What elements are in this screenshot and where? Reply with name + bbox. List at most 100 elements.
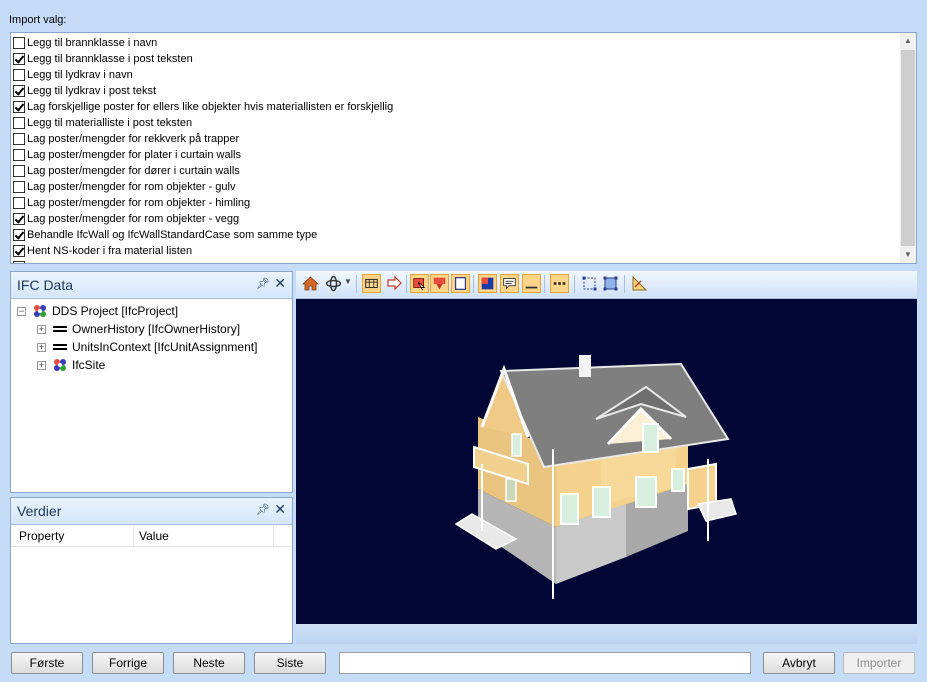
expand-icon[interactable]: + [37,360,46,370]
expand-icon[interactable]: + [37,342,46,352]
chimney [579,355,591,377]
option-checkbox[interactable] [13,165,25,177]
tree-node[interactable]: − DDS Project [IfcProject] [17,302,257,320]
select-icon[interactable] [410,274,429,293]
option-label: Lag poster/mengder for rom objekter - gu… [27,181,236,193]
expand-icon[interactable]: + [37,324,46,334]
move-down-icon[interactable] [430,274,449,293]
import-option[interactable]: Legg til brannklasse i navn [11,35,899,51]
scrollbar-thumb[interactable] [901,50,915,246]
close-icon[interactable]: ✕ [274,275,286,292]
option-checkbox[interactable] [13,37,25,49]
import-option[interactable]: Lag forskjellige poster for ellers like … [11,99,899,115]
window [505,478,517,502]
import-option[interactable]: Lag poster/mengder for plater i curtain … [11,147,899,163]
option-label: Hent NS-koder i fra material listen [27,245,193,257]
option-label: Legg til lydkrav i navn [27,69,133,81]
render-mode-icon[interactable] [478,274,497,293]
import-option[interactable]: Legg til lydkrav i navn [11,67,899,83]
option-label: Behandle IfcWall og IfcWallStandardCase … [27,229,318,241]
import-option[interactable]: Lag poster/mengder for rekkverk på trapp… [11,131,899,147]
site-icon [52,358,68,372]
window [635,476,657,508]
options-scrollbar[interactable]: ▲ ▼ [900,33,916,263]
fit-icon[interactable] [580,274,599,293]
option-checkbox[interactable] [13,101,25,113]
bounds-icon[interactable] [601,274,620,293]
option-checkbox[interactable] [13,181,25,193]
column-header-value[interactable]: Value [139,529,169,543]
option-checkbox[interactable] [13,69,25,81]
option-checkbox[interactable] [13,213,25,225]
next-button[interactable]: Neste [173,652,245,674]
window [511,433,522,457]
tree-node[interactable]: + OwnerHistory [IfcOwnerHistory] [17,320,257,338]
option-checkbox[interactable] [13,149,25,161]
annotation-icon[interactable] [500,274,519,293]
option-label: Lag poster/mengder for plater i curtain … [27,149,241,161]
dropdown-arrow-icon[interactable]: ▼ [344,277,352,286]
option-checkbox[interactable] [13,261,25,263]
house-model [454,355,737,599]
import-option[interactable] [11,259,899,263]
tree-node-label: IfcSite [72,358,106,372]
measure-icon[interactable] [630,274,649,293]
option-checkbox[interactable] [13,245,25,257]
pin-icon[interactable]: 📌︎ [256,277,270,290]
option-checkbox[interactable] [13,85,25,97]
import-button[interactable]: Importer [843,652,915,674]
frame-icon[interactable] [451,274,470,293]
option-checkbox[interactable] [13,197,25,209]
3d-viewer: ▼ [296,271,917,644]
import-option[interactable]: Lag poster/mengder for rom objekter - hi… [11,195,899,211]
import-options-label: Import valg: [9,14,67,26]
viewer-status-strip [296,624,917,644]
dots-icon[interactable] [550,274,569,293]
scroll-down-icon[interactable]: ▼ [900,247,916,263]
option-checkbox[interactable] [13,133,25,145]
tree-node-label: OwnerHistory [IfcOwnerHistory] [72,322,241,336]
import-option[interactable]: Legg til brannklasse i post teksten [11,51,899,67]
cancel-button[interactable]: Avbryt [763,652,835,674]
import-option[interactable]: Lag poster/mengder for dører i curtain w… [11,163,899,179]
verdier-panel: Verdier 📌︎ ✕ Property Value [10,497,293,644]
property-grid-header: Property Value [11,526,291,547]
line-icon[interactable] [522,274,541,293]
column-header-property[interactable]: Property [19,529,64,543]
previous-button[interactable]: Forrige [92,652,164,674]
import-option[interactable]: Legg til lydkrav i post tekst [11,83,899,99]
option-checkbox[interactable] [13,53,25,65]
section-box-icon[interactable] [362,274,381,293]
option-checkbox[interactable] [13,117,25,129]
entity-icon [52,340,68,354]
option-label: Legg til materialliste i post teksten [27,117,193,129]
first-button[interactable]: Første [11,652,83,674]
entity-icon [52,322,68,336]
import-option[interactable]: Behandle IfcWall og IfcWallStandardCase … [11,227,899,243]
last-button[interactable]: Siste [254,652,326,674]
tree-node[interactable]: + UnitsInContext [IfcUnitAssignment] [17,338,257,356]
import-option[interactable]: Lag poster/mengder for rom objekter - gu… [11,179,899,195]
import-options-list[interactable]: Legg til brannklasse i navn Legg til bran… [10,32,917,264]
viewer-toolbar: ▼ [296,271,917,299]
scroll-up-icon[interactable]: ▲ [900,33,916,49]
tree-node-label: UnitsInContext [IfcUnitAssignment] [72,340,258,354]
home-icon[interactable] [301,274,320,293]
window [560,493,579,525]
import-option[interactable]: Lag poster/mengder for rom objekter - ve… [11,211,899,227]
tree-node[interactable]: + IfcSite [17,356,257,374]
ifc-data-title: IFC Data [17,277,74,293]
option-checkbox[interactable] [13,229,25,241]
close-icon[interactable]: ✕ [274,501,286,518]
import-option[interactable]: Hent NS-koder i fra material listen [11,243,899,259]
option-label: Lag poster/mengder for rekkverk på trapp… [27,133,240,145]
pin-icon[interactable]: 📌︎ [256,503,270,516]
3d-viewport[interactable] [296,299,917,624]
ifc-data-panel: IFC Data 📌︎ ✕ − DDS Project [IfcProject] +… [10,271,293,493]
orbit-icon[interactable] [324,274,343,293]
walk-icon[interactable] [385,274,404,293]
option-label: Legg til brannklasse i post teksten [27,53,193,65]
collapse-icon[interactable]: − [17,306,26,316]
import-option[interactable]: Legg til materialliste i post teksten [11,115,899,131]
window [671,468,685,492]
